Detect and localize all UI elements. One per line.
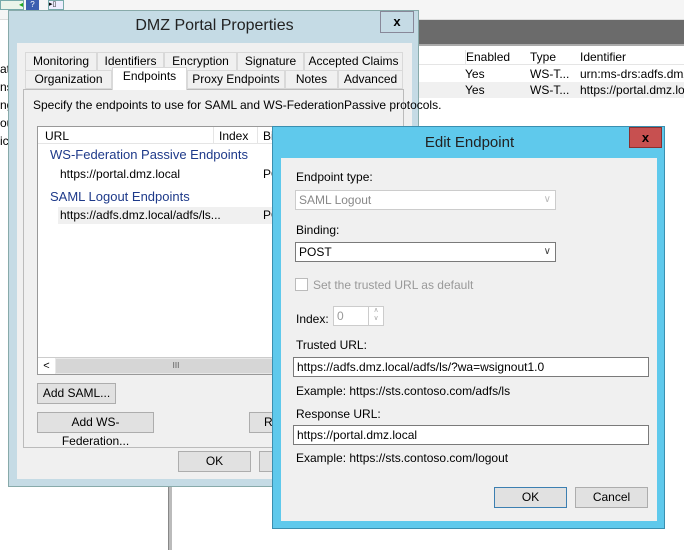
description: Specify the endpoints to use for SAML an… bbox=[33, 98, 442, 112]
cell: Yes bbox=[465, 83, 485, 97]
relying-party-table: Enabled Type Identifier Yes WS-T... urn:… bbox=[415, 48, 684, 103]
binding-value: POST bbox=[299, 245, 332, 259]
col-identifier[interactable]: Identifier bbox=[580, 50, 626, 64]
background-header-bar bbox=[415, 20, 684, 46]
spin-arrows-icon: ∧ ∨ bbox=[368, 307, 383, 325]
ok-button[interactable]: OK bbox=[494, 487, 567, 508]
trusted-url-example: Example: https://sts.contoso.com/adfs/ls bbox=[296, 384, 511, 398]
fragment: at bbox=[0, 62, 8, 76]
close-button[interactable]: x bbox=[629, 127, 662, 148]
response-url-example: Example: https://sts.contoso.com/logout bbox=[296, 451, 509, 465]
tab-advanced[interactable]: Advanced bbox=[338, 70, 403, 89]
table-header: Enabled Type Identifier bbox=[415, 48, 684, 65]
dialog-body: Endpoint type: SAML Logout ∨ Binding: PO… bbox=[281, 158, 657, 521]
add-ws-federation-button[interactable]: Add WS-Federation... bbox=[37, 412, 154, 448]
trusted-url-input[interactable]: https://adfs.dmz.local/adfs/ls/?wa=wsign… bbox=[293, 357, 649, 377]
response-url-input[interactable]: https://portal.dmz.local bbox=[293, 425, 649, 445]
tab-accepted-claims[interactable]: Accepted Claims bbox=[304, 52, 403, 71]
scroll-left-icon[interactable]: < bbox=[38, 358, 55, 374]
endpoint-type-label: Endpoint type: bbox=[296, 170, 373, 184]
fragment: ou bbox=[0, 116, 8, 130]
pane-divider bbox=[168, 485, 172, 550]
cell: WS-T... bbox=[530, 83, 570, 97]
default-checkbox[interactable] bbox=[295, 278, 308, 291]
tab-organization[interactable]: Organization bbox=[25, 70, 112, 89]
group-saml-logout: SAML Logout Endpoints bbox=[50, 189, 190, 204]
back-arrow-icon[interactable]: ◂ bbox=[0, 0, 24, 10]
item-url: https://adfs.dmz.local/adfs/ls... bbox=[60, 208, 221, 222]
close-button[interactable]: x bbox=[380, 11, 414, 33]
ok-button[interactable]: OK bbox=[178, 451, 251, 472]
cell: Yes bbox=[465, 67, 485, 81]
response-url-label: Response URL: bbox=[296, 407, 381, 421]
help-icon[interactable]: ? bbox=[26, 0, 39, 10]
cell: urn:ms-drs:adfs.dmz.lo bbox=[580, 67, 684, 81]
endpoint-type-select: SAML Logout ∨ bbox=[295, 190, 556, 210]
table-row[interactable]: Yes WS-T... urn:ms-drs:adfs.dmz.lo bbox=[415, 66, 684, 82]
index-value: 0 bbox=[337, 309, 344, 323]
group-wsfed: WS-Federation Passive Endpoints bbox=[50, 147, 248, 162]
scroll-thumb[interactable]: III bbox=[56, 359, 296, 373]
cell: WS-T... bbox=[530, 67, 570, 81]
trusted-url-label: Trusted URL: bbox=[296, 338, 367, 352]
fragment: ns bbox=[0, 80, 8, 94]
binding-label: Binding: bbox=[296, 223, 340, 237]
show-pane-icon[interactable]: ▸▯ bbox=[48, 0, 64, 10]
item-url: https://portal.dmz.local bbox=[60, 167, 181, 181]
col-url[interactable]: URL bbox=[45, 129, 69, 143]
tab-proxy-endpoints[interactable]: Proxy Endpoints bbox=[187, 70, 285, 89]
edit-endpoint-dialog: Edit Endpoint x Endpoint type: SAML Logo… bbox=[272, 126, 665, 529]
cell: https://portal.dmz.loca bbox=[580, 83, 684, 97]
tab-notes[interactable]: Notes bbox=[285, 70, 338, 89]
tab-endpoints[interactable]: Endpoints bbox=[112, 67, 187, 90]
dialog-title: DMZ Portal Properties bbox=[135, 17, 294, 34]
chevron-down-icon: ∨ bbox=[543, 246, 551, 257]
left-pane-fragments: at ns ng ou ic bbox=[0, 60, 8, 150]
table-row[interactable]: Yes WS-T... https://portal.dmz.loca bbox=[415, 82, 684, 98]
chevron-down-icon: ∨ bbox=[543, 194, 551, 205]
add-saml-button[interactable]: Add SAML... bbox=[37, 383, 116, 404]
dialog-title: Edit Endpoint bbox=[424, 134, 515, 151]
col-type[interactable]: Type bbox=[530, 50, 556, 64]
col-enabled[interactable]: Enabled bbox=[465, 50, 510, 64]
endpoint-type-value: SAML Logout bbox=[299, 193, 372, 207]
col-index[interactable]: Index bbox=[213, 127, 248, 144]
index-stepper: 0 ∧ ∨ bbox=[333, 306, 384, 326]
fragment: ng bbox=[0, 98, 8, 112]
tab-signature[interactable]: Signature bbox=[237, 52, 304, 71]
binding-select[interactable]: POST ∨ bbox=[295, 242, 556, 262]
index-label: Index: bbox=[296, 312, 329, 326]
cancel-button[interactable]: Cancel bbox=[575, 487, 648, 508]
default-checkbox-label: Set the trusted URL as default bbox=[313, 278, 474, 292]
fragment: ic bbox=[0, 134, 8, 148]
tab-monitoring[interactable]: Monitoring bbox=[25, 52, 97, 71]
